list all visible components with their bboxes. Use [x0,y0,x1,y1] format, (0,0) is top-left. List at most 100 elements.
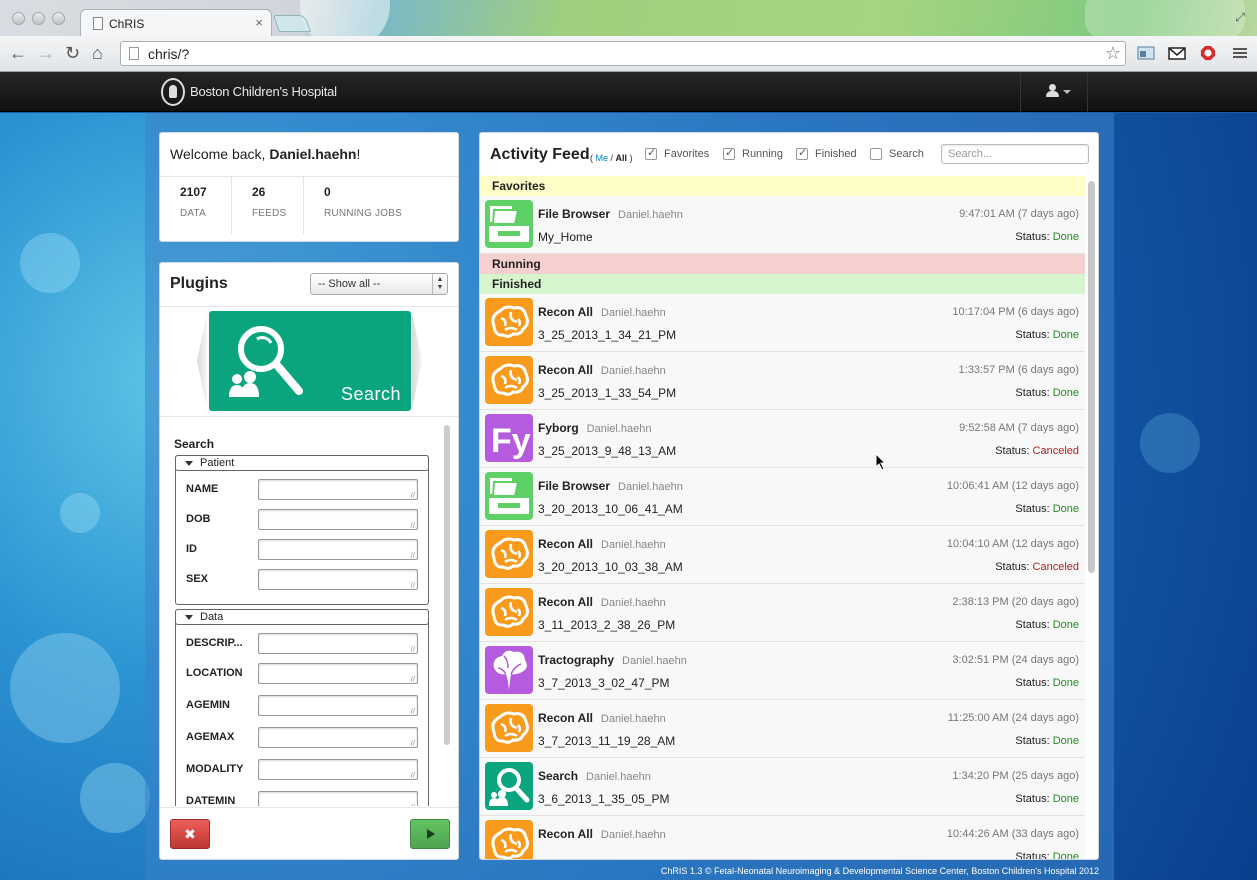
menu-icon[interactable] [1231,45,1249,61]
form-row-name: NAME [186,479,422,501]
fullscreen-icon[interactable]: ⤢ [1235,10,1245,25]
feed-item-plugin: Recon All Daniel.haehn [538,827,666,841]
plugin-tile-search[interactable]: Search [209,311,411,411]
section-finished: Finished [480,274,1085,294]
feed-item-plugin: Recon All Daniel.haehn [538,537,666,551]
agemin-field[interactable] [258,695,418,716]
patient-legend[interactable]: Patient [175,455,429,471]
run-button[interactable] [410,819,450,849]
feed-search-input[interactable]: Search... [941,144,1089,164]
feed-item-time: 1:33:57 PM (6 days ago) [958,364,1079,376]
dob-field[interactable] [258,509,418,530]
feed-item[interactable]: Recon All Daniel.haehn 3_20_2013_10_03_38… [480,526,1085,584]
feed-item-plugin: Search Daniel.haehn [538,769,651,783]
form-scrollbar[interactable] [444,425,450,745]
browser-toolbar: ← → ↻ ⌂ chris/? ☆ [0,36,1257,72]
reload-icon[interactable]: ↻ [65,43,80,63]
data-legend[interactable]: Data [175,609,429,625]
plugin-filter-select[interactable]: -- Show all -- ▲ ▼ [310,273,448,295]
triangle-down-icon [185,461,193,466]
feed-item[interactable]: Fy Fyborg Daniel.haehn 3_25_2013_9_48_13_… [480,410,1085,468]
patient-fieldset: Patient NAME DOB ID SEX [175,455,429,605]
feed-item-status: Status: Done [1015,619,1079,631]
select-arrows-icon: ▲ ▼ [432,274,447,294]
brain-icon [485,704,533,752]
new-tab-button[interactable] [272,15,312,32]
feed-item-time: 9:47:01 AM (7 days ago) [959,208,1079,220]
id-field[interactable] [258,539,418,560]
description-field[interactable] [258,633,418,654]
brand-name[interactable]: Boston Children's Hospital [190,84,337,99]
feed-item-status: Status: Done [1015,503,1079,515]
feed-item-name[interactable]: 3_25_2013_1_34_21_PM [538,328,676,342]
feed-item-name[interactable]: 3_25_2013_1_33_54_PM [538,386,676,400]
feed-item-name[interactable]: 3_20_2013_10_06_41_AM [538,502,683,516]
titlebar-decoration [300,0,390,36]
form-row-modality: MODALITY [186,759,422,781]
tab-title: ChRIS [109,17,145,31]
window-minimize-button[interactable] [32,12,45,25]
feed-list: Favorites File Browser Daniel.haehn My_Ho… [480,176,1098,859]
carousel-prev-button[interactable] [197,313,207,409]
feed-item-name[interactable]: 3_7_2013_3_02_47_PM [538,676,669,690]
stat-running-jobs: 0 RUNNING JOBS [304,176,458,234]
user-menu-dropdown[interactable] [1020,72,1088,112]
adblock-icon[interactable] [1199,45,1217,61]
feed-scrollbar[interactable] [1088,181,1095,573]
agemax-field[interactable] [258,727,418,748]
feed-title: Activity Feed [490,146,590,163]
scope-all-link[interactable]: All [616,153,628,163]
feed-item-user: Daniel.haehn [600,307,666,319]
window-zoom-button[interactable] [52,12,65,25]
back-icon[interactable]: ← [9,43,27,63]
feed-item-user: Daniel.haehn [600,539,666,551]
stat-data: 2107 DATA [160,176,232,234]
feed-item[interactable]: Recon All Daniel.haehn 10:44:26 AM (33 da… [480,816,1085,859]
feed-item[interactable]: Search Daniel.haehn 3_6_2013_1_35_05_PM 1… [480,758,1085,816]
scope-me-link[interactable]: Me [596,153,609,163]
bookmark-star-icon[interactable]: ☆ [1105,43,1121,64]
search-form: Search Patient NAME DOB ID SEX Data DESC… [160,416,458,806]
field-label: DATEMIN [186,795,236,806]
feed-item-time: 10:17:04 PM (6 days ago) [952,306,1079,318]
feed-item-time: 3:02:51 PM (24 days ago) [952,654,1079,666]
feed-item[interactable]: Recon All Daniel.haehn 3_11_2013_2_38_26_… [480,584,1085,642]
field-label: NAME [186,483,219,495]
feed-item[interactable]: Recon All Daniel.haehn 3_7_2013_11_19_28_… [480,700,1085,758]
plugin-tile-label: Search [340,384,401,404]
window-close-button[interactable] [12,12,25,25]
form-row-datemin: DATEMIN [186,791,422,806]
feed-item-time: 2:38:13 PM (20 days ago) [952,596,1079,608]
feed-item[interactable]: File Browser Daniel.haehn 3_20_2013_10_06… [480,468,1085,526]
feed-item-name[interactable]: 3_25_2013_9_48_13_AM [538,444,676,458]
name-field[interactable] [258,479,418,500]
feed-item-name[interactable]: 3_7_2013_11_19_28_AM [538,734,675,748]
extension-screen-icon[interactable] [1137,45,1155,61]
sex-field[interactable] [258,569,418,590]
feed-item[interactable]: Tractography Daniel.haehn 3_7_2013_3_02_4… [480,642,1085,700]
feed-item-name[interactable]: My_Home [538,230,593,244]
location-field[interactable] [258,663,418,684]
feed-item-name[interactable]: 3_6_2013_1_35_05_PM [538,792,669,806]
tab-close-icon[interactable]: × [255,15,263,30]
mail-icon[interactable] [1168,45,1186,61]
home-icon[interactable]: ⌂ [92,43,103,63]
feed-item[interactable]: Recon All Daniel.haehn 3_25_2013_1_33_54_… [480,352,1085,410]
modality-field[interactable] [258,759,418,780]
feed-item[interactable]: Recon All Daniel.haehn 3_25_2013_1_34_21_… [480,294,1085,352]
cancel-button[interactable]: ✖ [170,819,210,849]
brain-icon [485,588,533,636]
address-bar[interactable]: chris/? ☆ [120,41,1126,66]
hospital-logo-icon [161,78,185,106]
datemin-field[interactable] [258,791,418,806]
browser-tab[interactable]: ChRIS × [80,9,272,36]
carousel-next-button[interactable] [412,313,422,409]
feed-item-user: Daniel.haehn [586,771,651,783]
feed-item-status: Status: Done [1015,735,1079,747]
feed-item-name[interactable]: 3_20_2013_10_03_38_AM [538,560,683,574]
form-row-location: LOCATION [186,663,422,685]
feed-item[interactable]: File Browser Daniel.haehn My_Home 9:47:01… [480,196,1085,254]
feed-item-name[interactable]: 3_11_2013_2_38_26_PM [538,618,675,632]
url-text[interactable]: chris/? [148,46,189,62]
forward-icon[interactable]: → [37,43,55,63]
